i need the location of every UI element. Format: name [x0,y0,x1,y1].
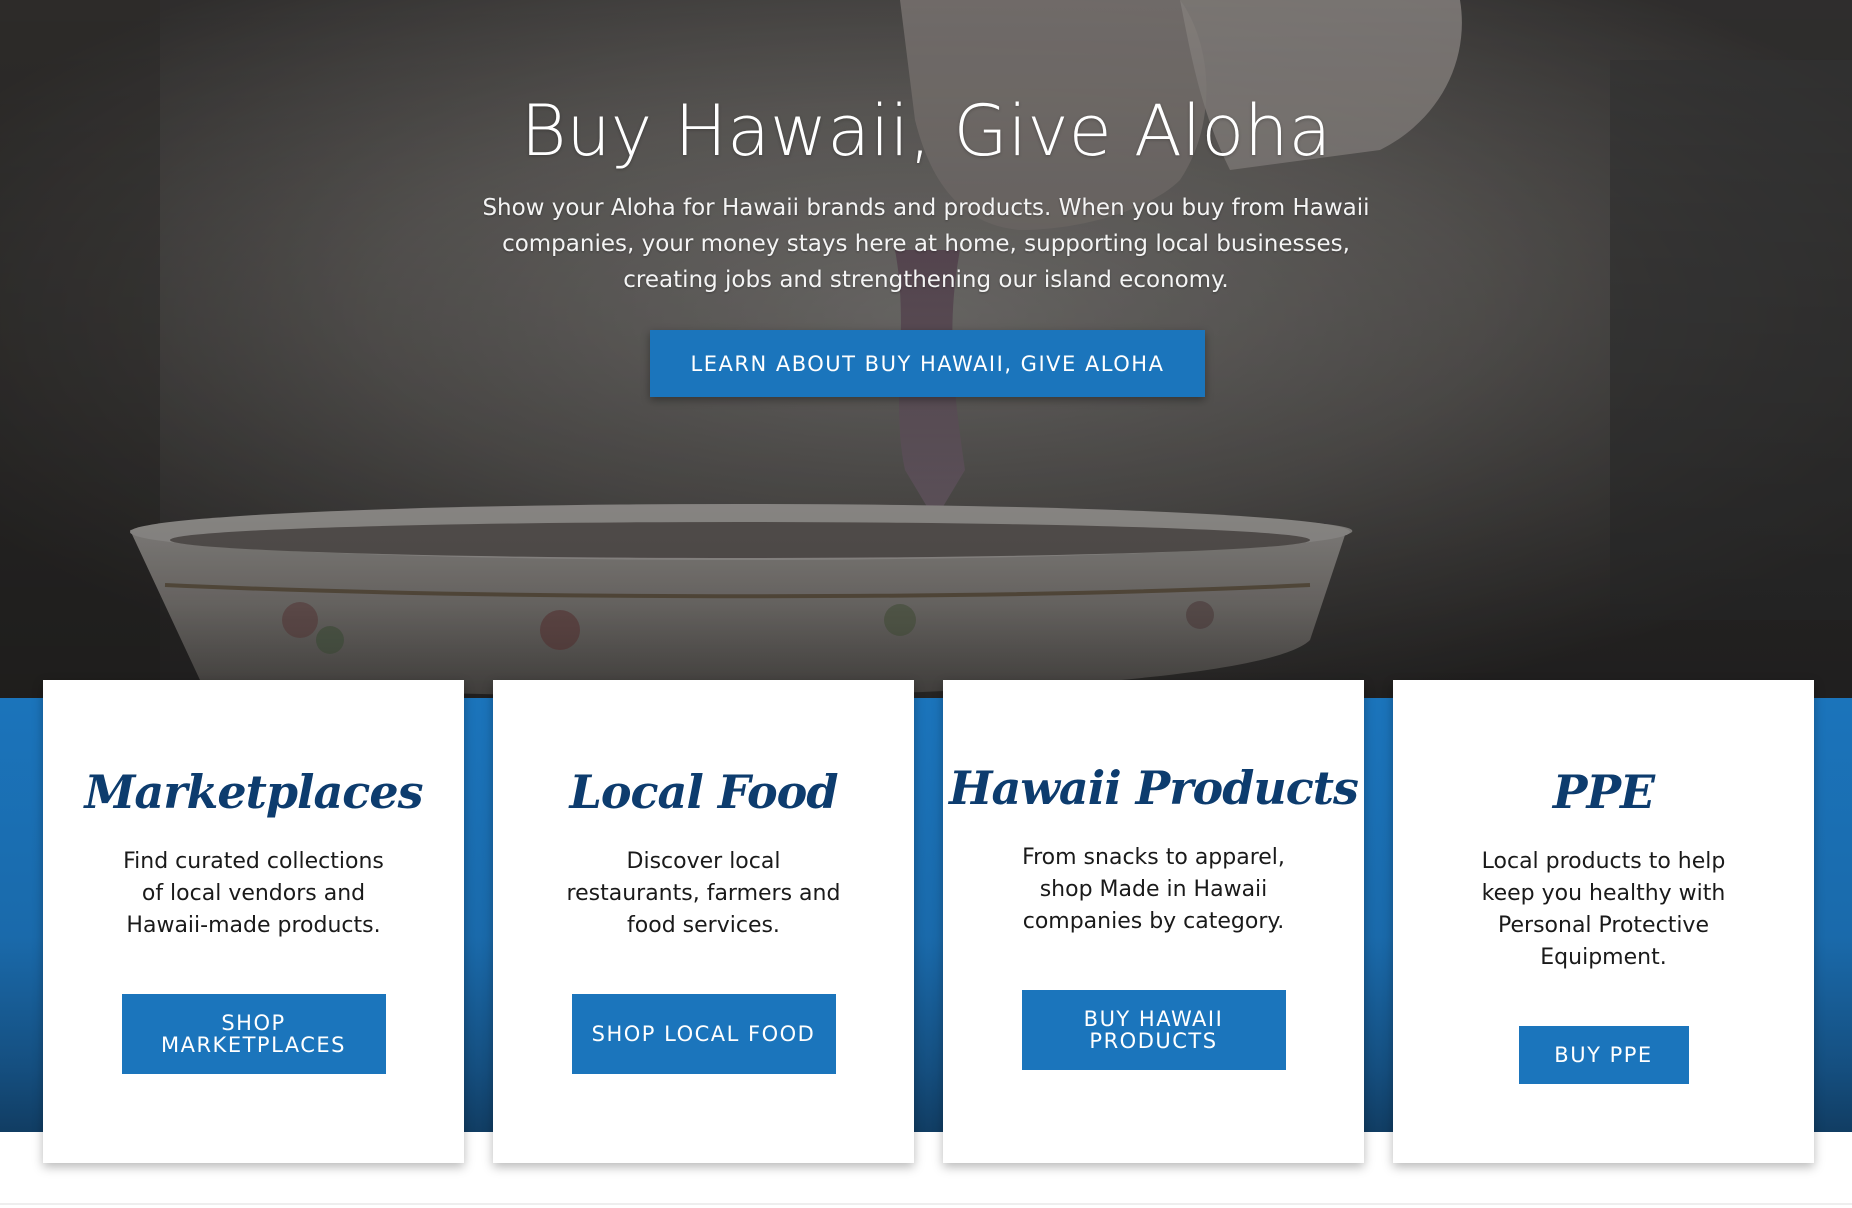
card-description: From snacks to apparel, shop Made in Haw… [1022,845,1285,934]
card-description: Discover local restaurants, farmers and … [566,849,841,938]
shop-marketplaces-button[interactable]: SHOP MARKETPLACES [121,994,386,1074]
card-title: Marketplaces [84,765,424,819]
hero-title: Buy Hawaii, Give Aloha [520,90,1332,172]
card-title: Local Food [569,765,839,819]
hero-description: Show your Aloha for Hawaii brands and pr… [482,195,1370,293]
learn-about-button[interactable]: LEARN ABOUT BUY HAWAII, GIVE ALOHA [650,330,1205,397]
card-marketplaces: Marketplaces Find curated collections of… [43,680,464,1163]
card-hawaii-products: Hawaii Products From snacks to apparel, … [943,680,1364,1163]
card-title: Hawaii Products [949,761,1359,815]
card-description: Local products to help keep you healthy … [1481,849,1726,970]
card-local-food: Local Food Discover local restaurants, f… [493,680,914,1163]
hero-section: Buy Hawaii, Give Aloha Show your Aloha f… [0,0,1852,700]
card-ppe: PPE Local products to help keep you heal… [1393,680,1814,1163]
page: Buy Hawaii, Give Aloha Show your Aloha f… [0,0,1852,1208]
shop-local-food-button[interactable]: SHOP LOCAL FOOD [571,994,836,1074]
buy-hawaii-products-button[interactable]: BUY HAWAII PRODUCTS [1021,990,1286,1070]
card-title: PPE [1552,765,1655,819]
card-description: Find curated collections of local vendor… [123,849,384,938]
buy-ppe-button[interactable]: BUY PPE [1518,1026,1689,1084]
bottom-divider [0,1203,1852,1205]
